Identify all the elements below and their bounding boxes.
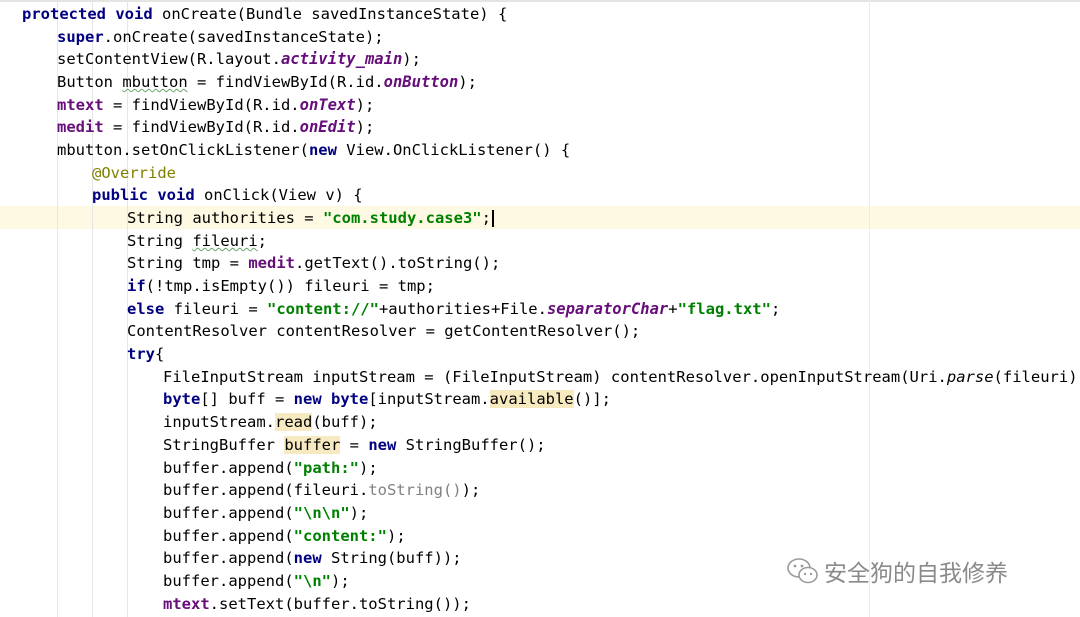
code-line[interactable]: String tmp = medit.getText().toString(); — [127, 252, 500, 274]
code-line[interactable]: mtext = findViewById(R.id.onText); — [57, 94, 374, 116]
code-line[interactable]: public void onClick(View v) { — [92, 184, 363, 206]
code-line[interactable]: buffer.append(new String(buff)); — [163, 547, 462, 569]
code-line[interactable]: buffer.append("content:"); — [163, 525, 406, 547]
code-line[interactable]: inputStream.read(buff); — [163, 411, 378, 433]
code-line[interactable]: @Override — [92, 162, 176, 184]
code-line[interactable]: else fileuri = "content://"+authorities+… — [127, 298, 780, 320]
code-line[interactable]: setContentView(R.layout.activity_main); — [57, 48, 421, 70]
text-caret — [491, 210, 494, 227]
editor-top-border — [0, 0, 1080, 2]
code-line[interactable]: mbutton.setOnClickListener(new View.OnCl… — [57, 139, 570, 161]
watermark-text: 安全狗的自我修养 — [824, 561, 1008, 587]
code-line[interactable]: FileInputStream inputStream = (FileInput… — [163, 366, 1080, 388]
code-line[interactable]: Button mbutton = findViewById(R.id.onBut… — [57, 71, 477, 93]
watermark: 安全狗的自我修养 — [786, 551, 1008, 591]
code-line[interactable]: protected void onCreate(Bundle savedInst… — [22, 3, 507, 25]
code-line[interactable]: mtext.setText(buffer.toString()); — [163, 593, 471, 615]
code-line[interactable]: buffer.append("\n"); — [163, 570, 350, 592]
code-line[interactable]: try{ — [127, 343, 164, 365]
code-line[interactable]: if(!tmp.isEmpty()) fileuri = tmp; — [127, 275, 435, 297]
code-line[interactable]: medit = findViewById(R.id.onEdit); — [57, 116, 374, 138]
code-line[interactable]: buffer.append("\n\n"); — [163, 502, 368, 524]
code-line[interactable]: StringBuffer buffer = new StringBuffer()… — [163, 434, 546, 456]
code-line[interactable]: super.onCreate(savedInstanceState); — [57, 26, 384, 48]
code-line-current[interactable]: String authorities = "com.study.case3"; — [127, 207, 494, 229]
code-line[interactable]: String fileuri; — [127, 230, 267, 252]
code-editor[interactable]: protected void onCreate(Bundle savedInst… — [0, 0, 1080, 617]
right-margin-guide — [869, 0, 870, 617]
code-line[interactable]: buffer.append("path:"); — [163, 457, 378, 479]
code-line[interactable]: buffer.append(fileuri.toString()); — [163, 479, 480, 501]
code-line[interactable]: byte[] buff = new byte[inputStream.avail… — [163, 388, 611, 410]
code-line[interactable]: ContentResolver contentResolver = getCon… — [127, 320, 640, 342]
wechat-icon — [787, 558, 818, 584]
